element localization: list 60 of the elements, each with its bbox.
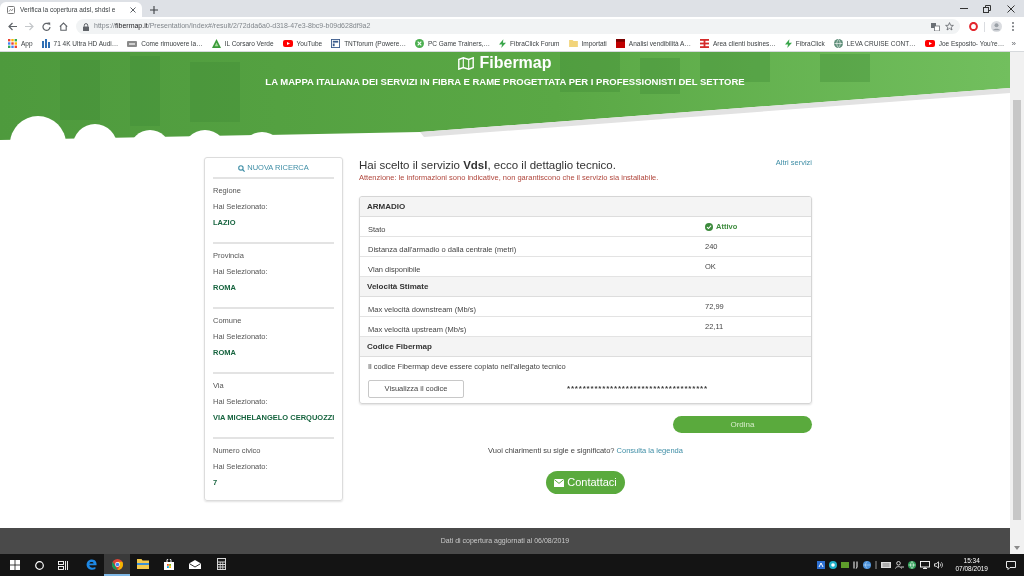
e-logo-icon (85, 558, 97, 570)
section-header: Velocità Stimate (360, 277, 811, 297)
globe-icon (833, 39, 843, 48)
plus-icon[interactable] (150, 5, 158, 14)
square-icon (615, 39, 625, 48)
notification-icon[interactable] (1006, 560, 1016, 570)
task-view-icon[interactable] (58, 560, 68, 570)
scrollbar-thumb[interactable] (1013, 100, 1021, 520)
home-icon[interactable] (59, 22, 68, 31)
tagline: LA MAPPA ITALIANA DEI SERVIZI IN FIBRA E RAME PROGETTATA PER I PROFESSIONISTI DEL SETTORE (265, 76, 745, 88)
envelope-icon (189, 559, 201, 569)
globe-icon[interactable] (863, 561, 872, 569)
close-icon[interactable] (130, 6, 136, 13)
translate-icon[interactable] (931, 22, 940, 31)
app-tile-icon[interactable] (817, 561, 826, 569)
play-icon (924, 40, 935, 47)
bar-icon[interactable] (875, 561, 878, 569)
person-icon[interactable] (895, 561, 905, 569)
minimize-icon[interactable] (959, 8, 968, 9)
tile-icon (127, 40, 138, 47)
map-icon (458, 56, 475, 70)
bracket-icon[interactable] (853, 561, 860, 569)
search-icon (238, 164, 246, 172)
bolt-icon (784, 39, 792, 48)
taskbar-app[interactable] (104, 554, 130, 576)
page-icon (7, 5, 15, 14)
windows-icon[interactable] (10, 560, 20, 570)
window-icon (331, 39, 341, 48)
apps-grid-icon (8, 39, 17, 48)
close-icon[interactable] (1007, 4, 1015, 13)
folder-icon (568, 40, 578, 47)
section-header: Codice Fibermap (360, 337, 811, 357)
play-icon (282, 40, 293, 47)
shopping-bag-icon (164, 558, 174, 570)
keyboard-icon[interactable] (881, 562, 892, 568)
calculator-icon (216, 558, 226, 570)
more-bookmarks-button[interactable]: » (1011, 38, 1016, 49)
monitor-icon[interactable] (920, 561, 931, 569)
avatar-icon[interactable] (991, 21, 1002, 32)
bars-icon (41, 39, 50, 48)
speaker-icon[interactable] (934, 561, 944, 569)
bolt-icon (499, 39, 507, 48)
circle-icon[interactable] (829, 561, 838, 569)
logo-text: Fibermap (479, 54, 552, 72)
tile-icon[interactable] (841, 562, 850, 568)
triangle-icon (211, 39, 221, 48)
star-icon[interactable] (945, 22, 954, 31)
masked-code: ************************************ (567, 382, 708, 395)
circle-icon (414, 39, 424, 48)
lock-icon (83, 22, 89, 31)
stripes-icon (699, 39, 709, 48)
reload-icon[interactable] (42, 22, 51, 31)
restore-icon[interactable] (982, 4, 991, 13)
browser-icon (111, 558, 123, 570)
back-arrow-icon[interactable] (8, 22, 17, 31)
section-header: ARMADIO (360, 197, 811, 217)
folder-icon (137, 559, 149, 569)
page-title: Hai scelto il servizio Vdsl, ecco il dettaglio tecnico. (359, 158, 617, 173)
envelope-icon (554, 478, 565, 487)
scroll-down-arrow-icon[interactable] (1014, 546, 1020, 550)
